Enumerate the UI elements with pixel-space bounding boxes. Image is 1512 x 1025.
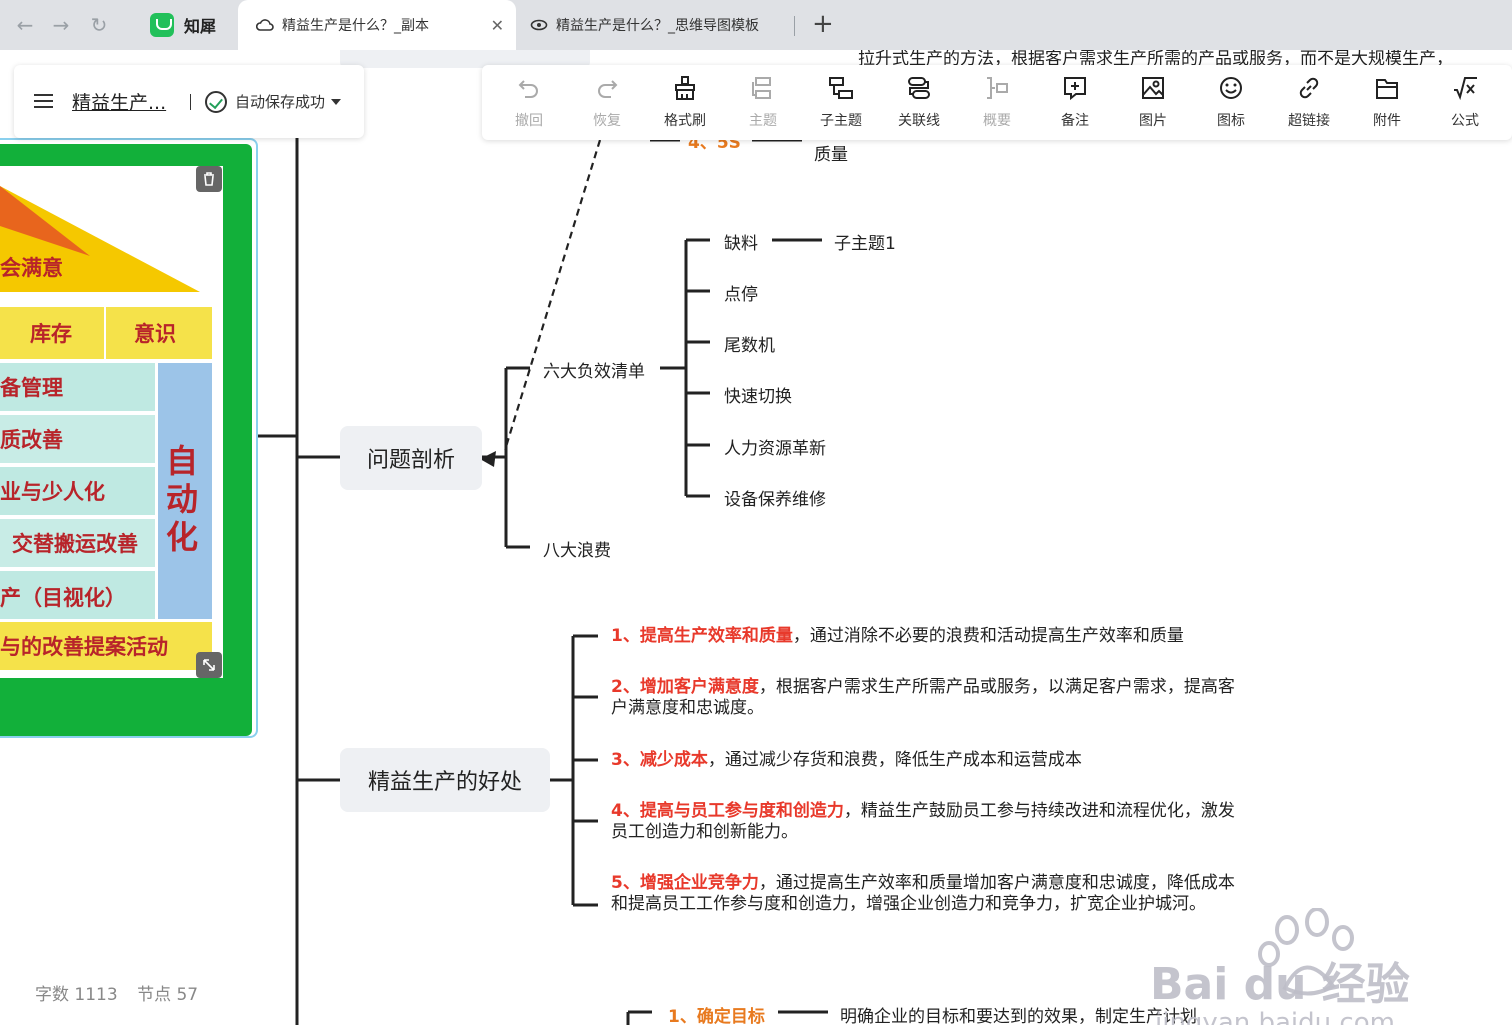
document-title[interactable]: 精益生产... <box>72 88 176 115</box>
image-button[interactable]: 图片 <box>1118 65 1188 140</box>
undo-icon <box>518 80 538 98</box>
toolbar: 撤回 恢复 格式刷 主题 子主题 关联线 概要 备注 图片 图标 超链接 附件 … <box>482 65 1512 140</box>
benefit-item[interactable]: 4、提高与员工参与度和创造力，精益生产鼓励员工参与持续改进和流程优化，激发员工创… <box>611 801 1241 843</box>
zhixi-logo-icon <box>150 13 174 37</box>
subtopic-icon <box>829 77 853 99</box>
close-tab-icon[interactable]: ✕ <box>491 16 504 35</box>
note-icon <box>1064 77 1086 101</box>
save-status[interactable]: 自动保存成功 <box>205 90 342 113</box>
topic-quality[interactable]: 质量 <box>814 140 848 165</box>
link-button[interactable]: 超链接 <box>1274 65 1344 140</box>
check-circle-icon <box>205 90 227 113</box>
formula-button[interactable]: 公式 <box>1430 65 1500 140</box>
link-icon <box>1299 77 1319 99</box>
topic-stop[interactable]: 点停 <box>724 280 758 305</box>
summary-icon <box>987 77 1008 99</box>
emoji-button[interactable]: 图标 <box>1196 65 1266 140</box>
redo-button[interactable]: 恢复 <box>572 65 642 140</box>
topic-problem-analysis[interactable]: 问题剖析 <box>340 426 482 490</box>
benefit-item[interactable]: 5、增强企业竞争力，通过提高生产效率和质量增加客户满意度和忠诚度，降低成本和提高… <box>611 873 1241 915</box>
back-icon[interactable]: ← <box>12 12 38 38</box>
tab-copy[interactable]: 精益生产是什么？_副本 ✕ <box>238 0 516 50</box>
topic-subtopic1[interactable]: 子主题1 <box>834 229 896 254</box>
topic-shortage[interactable]: 缺料 <box>724 229 758 254</box>
topic-hr-reform[interactable]: 人力资源革新 <box>724 434 826 459</box>
image-icon <box>1142 77 1164 99</box>
image-node[interactable]: 会满意 库存 意识 备管理 质改善 业与少人化 交替搬运改善 产（目视化） 与的… <box>0 138 258 738</box>
baidu-watermark: Bai du 经验 jingyan.baidu.com <box>1150 908 1440 1025</box>
topic-six-list[interactable]: 六大负效清单 <box>543 357 645 382</box>
divider <box>190 93 191 110</box>
mindmap-canvas[interactable]: 拉升式生产的方法，根据客户需求生产所需的产品或服务，而不是大规模生产， 4、5S… <box>0 50 1512 1025</box>
tab-separator <box>794 16 795 36</box>
topic-maintenance[interactable]: 设备保养维修 <box>724 485 826 510</box>
benefit-item[interactable]: 3、减少成本，通过减少存货和浪费，降低生产成本和运营成本 <box>611 750 1241 771</box>
image-frame: 会满意 库存 意识 备管理 质改善 业与少人化 交替搬运改善 产（目视化） 与的… <box>0 144 252 736</box>
browser-tab-bar: ← → ↻ 知犀 精益生产是什么？_副本 ✕ 精益生产是什么？_思维导图模板 + <box>0 0 1512 50</box>
redo-icon <box>598 80 618 98</box>
relation-line-button[interactable]: 关联线 <box>884 65 954 140</box>
reload-icon[interactable]: ↻ <box>86 12 112 38</box>
topic-benefits[interactable]: 精益生产的好处 <box>340 748 550 812</box>
eye-logo-icon <box>530 18 548 32</box>
topic-goal-desc[interactable]: 明确企业的目标和要达到的效果，制定生产计划 <box>840 1002 1197 1025</box>
attachment-button[interactable]: 附件 <box>1352 65 1422 140</box>
delete-image-icon[interactable] <box>196 166 222 192</box>
emoji-icon <box>1220 77 1242 99</box>
app-tab-zhixi[interactable]: 知犀 <box>132 0 236 50</box>
topic-quick-change[interactable]: 快速切换 <box>724 382 792 407</box>
lean-house-image: 会满意 库存 意识 备管理 质改善 业与少人化 交替搬运改善 产（目视化） 与的… <box>0 166 223 678</box>
topic-eight-waste[interactable]: 八大浪费 <box>543 536 611 561</box>
format-brush-icon <box>675 76 695 100</box>
benefit-item[interactable]: 2、增加客户满意度，根据客户需求生产所需产品或服务，以满足客户需求，提高客户满意… <box>611 677 1241 719</box>
resize-image-icon[interactable] <box>196 652 222 678</box>
menu-icon[interactable] <box>34 93 54 110</box>
forward-icon[interactable]: → <box>48 12 74 38</box>
format-brush-button[interactable]: 格式刷 <box>650 65 720 140</box>
tab-template[interactable]: 精益生产是什么？_思维导图模板 <box>530 0 792 50</box>
subtopic-button[interactable]: 子主题 <box>806 65 876 140</box>
summary-button[interactable]: 概要 <box>962 65 1032 140</box>
formula-icon <box>1454 77 1477 101</box>
relation-line-icon <box>908 77 930 99</box>
note-button[interactable]: 备注 <box>1040 65 1110 140</box>
chevron-down-icon <box>331 98 342 105</box>
topic-tail-machine[interactable]: 尾数机 <box>724 331 775 356</box>
document-header: 精益生产... 自动保存成功 <box>14 65 364 138</box>
attachment-icon <box>1376 79 1398 99</box>
undo-button[interactable]: 撤回 <box>494 65 564 140</box>
new-tab-icon[interactable]: + <box>812 10 834 38</box>
cloud-icon <box>256 18 274 32</box>
benefit-item[interactable]: 1、提高生产效率和质量，通过消除不必要的浪费和活动提高生产效率和质量 <box>611 626 1241 647</box>
topic-icon <box>752 77 771 99</box>
topic-set-goal[interactable]: 1、确定目标 <box>668 1002 765 1025</box>
document-stats: 字数 1113 节点 57 <box>35 985 199 1005</box>
topic-button[interactable]: 主题 <box>728 65 798 140</box>
